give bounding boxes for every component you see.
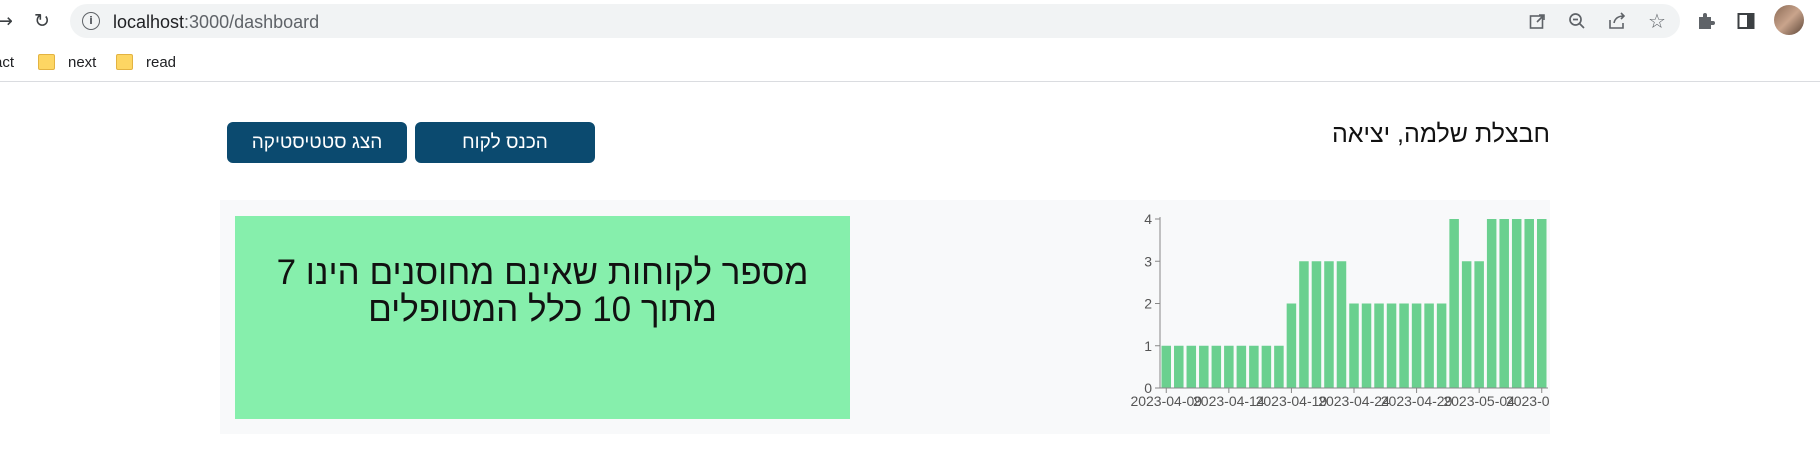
daily-bar-chart: 012342023-04-092023-04-142023-04-192023-… [1130, 211, 1550, 409]
x-tick-label: 2023-04-24 [1318, 393, 1390, 409]
chart-bar [1274, 345, 1284, 388]
chart-bar [1249, 345, 1259, 388]
bookmark-act[interactable]: act [0, 52, 14, 72]
chart-bar [1411, 303, 1422, 388]
chart-bar [1349, 303, 1359, 388]
chart-bar [1399, 303, 1409, 388]
site-info-icon[interactable]: i [82, 12, 100, 30]
chart-bar [1474, 261, 1484, 388]
y-tick-label: 3 [1144, 253, 1152, 269]
x-tick-label: 2023-05-04 [1443, 393, 1515, 409]
chart-bar [1336, 261, 1347, 388]
enter-client-button[interactable]: הכנס לקוח [415, 122, 595, 163]
chart-bar [1299, 261, 1309, 388]
chart-bar [1461, 261, 1472, 388]
chart-bar [1449, 219, 1459, 388]
share-icon[interactable] [1605, 9, 1629, 33]
chart-bar [1211, 345, 1222, 388]
x-tick-label: 2023-04-09 [1130, 393, 1202, 409]
x-tick-label: 2023-04-14 [1193, 393, 1265, 409]
url-path: :3000/dashboard [184, 12, 320, 32]
folder-icon [116, 54, 133, 70]
chart-bar [1224, 345, 1234, 388]
chart-bar [1536, 219, 1547, 388]
chart-bar [1386, 303, 1397, 388]
url-text[interactable]: localhost:3000/dashboard [113, 12, 319, 33]
unvaccinated-summary-box: מספר לקוחות שאינם מחוסנים הינו 7 מתוך 10… [235, 216, 850, 419]
chart-bar [1436, 303, 1447, 388]
chart-bar [1261, 345, 1272, 388]
y-tick-label: 1 [1144, 338, 1152, 354]
chart-bar [1186, 345, 1197, 388]
chart-bar [1424, 303, 1434, 388]
address-bar[interactable]: i localhost:3000/dashboard ☆ [70, 4, 1680, 38]
bookmark-next[interactable]: next [38, 52, 96, 72]
browser-toolbar: → ↻ i localhost:3000/dashboard ☆ [0, 0, 1820, 42]
chart-bar [1286, 303, 1297, 388]
chart-bar [1161, 345, 1172, 388]
bookmark-star-icon[interactable]: ☆ [1645, 9, 1669, 33]
x-tick-label: 2023-04-29 [1381, 393, 1453, 409]
chart-bar [1374, 303, 1384, 388]
zoom-out-icon[interactable] [1565, 9, 1589, 33]
chart-bar [1236, 345, 1247, 388]
open-in-new-window-icon[interactable] [1525, 9, 1549, 33]
y-tick-label: 4 [1144, 211, 1152, 227]
chart-bar [1486, 219, 1497, 388]
statistics-panel: מספר לקוחות שאינם מחוסנים הינו 7 מתוך 10… [220, 200, 1550, 434]
folder-icon [38, 54, 55, 70]
chart-bar [1324, 261, 1334, 388]
chart-bar [1361, 303, 1372, 388]
show-statistics-button[interactable]: הצג סטטיסטיקה [227, 122, 407, 163]
profile-avatar[interactable] [1774, 5, 1804, 35]
forward-icon[interactable]: → [0, 8, 18, 34]
page-title: חבצלת שלמה, יציאה [1331, 120, 1550, 148]
chart-bar [1499, 219, 1509, 388]
x-tick-label: 2023-05-09 [1506, 393, 1550, 409]
x-tick-label: 2023-04-19 [1256, 393, 1328, 409]
chart-bar [1524, 219, 1534, 388]
chart-bar [1511, 219, 1522, 388]
chart-bar [1199, 345, 1209, 388]
reload-icon[interactable]: ↻ [29, 8, 55, 34]
extensions-icon[interactable] [1693, 8, 1719, 34]
bookmarks-bar: act next read [0, 42, 1820, 82]
bookmark-read[interactable]: read [116, 52, 176, 72]
unvaccinated-summary-text: מספר לקוחות שאינם מחוסנים הינו 7 מתוך 10… [276, 253, 809, 329]
side-panel-icon[interactable] [1733, 8, 1759, 34]
y-tick-label: 2 [1144, 296, 1152, 312]
url-host: localhost [113, 12, 185, 32]
chart-bar [1174, 345, 1184, 388]
chart-bar [1311, 261, 1322, 388]
